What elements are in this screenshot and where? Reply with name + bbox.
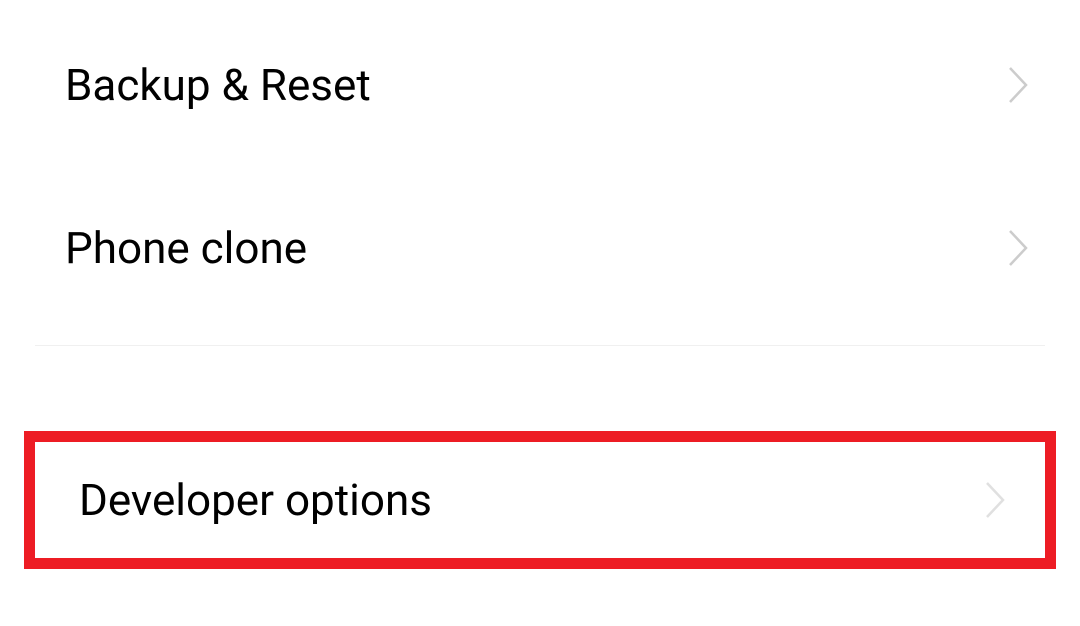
settings-item-label: Developer options <box>79 474 432 526</box>
chevron-right-icon <box>1006 64 1030 106</box>
settings-item-label: Backup & Reset <box>65 59 371 111</box>
chevron-right-icon <box>1006 227 1030 269</box>
highlight-box: Developer options <box>24 431 1056 569</box>
settings-list: Backup & Reset Phone clone Developer opt… <box>0 0 1080 569</box>
settings-item-backup-reset[interactable]: Backup & Reset <box>0 0 1080 170</box>
settings-item-developer-options[interactable]: Developer options <box>35 442 1045 558</box>
settings-item-phone-clone[interactable]: Phone clone <box>0 170 1080 325</box>
divider <box>35 345 1045 346</box>
settings-item-label: Phone clone <box>65 222 307 274</box>
chevron-right-icon <box>983 479 1007 521</box>
